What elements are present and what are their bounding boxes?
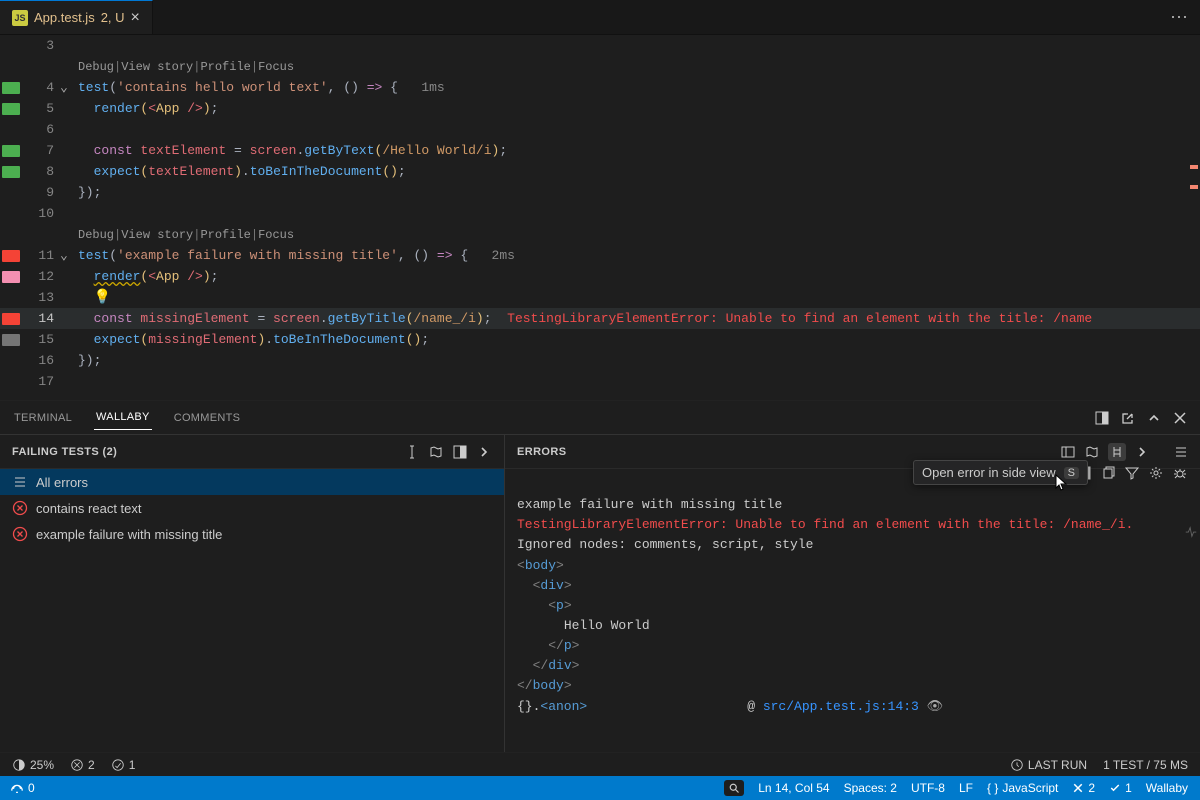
list-icon	[12, 474, 28, 490]
chevron-up-icon[interactable]	[1146, 410, 1162, 426]
status-bar-secondary: 25% 2 1 LAST RUN 1 TEST / 75 MS	[0, 752, 1200, 776]
layout-icon[interactable]	[1094, 410, 1110, 426]
status-bar: 0 Ln 14, Col 54 Spaces: 2 UTF-8 LF { } J…	[0, 776, 1200, 800]
tab-comments[interactable]: COMMENTS	[172, 406, 243, 430]
lightbulb-icon[interactable]: 💡	[94, 290, 111, 306]
chevron-right-icon[interactable]	[476, 444, 492, 460]
error-output[interactable]: example failure with missing title Testi…	[505, 469, 1200, 752]
map-icon[interactable]	[428, 444, 444, 460]
test-row[interactable]: example failure with missing title	[0, 521, 504, 547]
copy-icon[interactable]	[1100, 465, 1116, 481]
toggle-list-icon[interactable]	[1172, 444, 1188, 460]
remote-icon[interactable]: 0	[10, 781, 35, 795]
warnings-count[interactable]: 1	[111, 758, 136, 772]
last-run[interactable]: LAST RUN	[1010, 758, 1087, 772]
error-location-link[interactable]: src/App.test.js:14:3	[763, 699, 919, 714]
wallaby-fail-count[interactable]: 2	[1072, 781, 1095, 795]
layout-icon[interactable]	[1060, 444, 1076, 460]
tab-wallaby[interactable]: WALLABY	[94, 405, 152, 430]
test-row-all-errors[interactable]: All errors	[0, 469, 504, 495]
wallaby-pass-count[interactable]: 1	[1109, 781, 1132, 795]
editor[interactable]: 3 Debug | View story | Profile | Focus 4…	[0, 35, 1200, 400]
errors-panel: ERRORS Open error in side view S	[505, 435, 1200, 752]
codelens[interactable]: Debug | View story | Profile | Focus	[0, 224, 1200, 245]
gear-icon[interactable]	[1148, 465, 1164, 481]
language-mode[interactable]: { } JavaScript	[987, 781, 1058, 795]
search-status-icon[interactable]	[724, 780, 744, 796]
test-label: All errors	[36, 475, 88, 490]
test-stats[interactable]: 1 TEST / 75 MS	[1103, 758, 1188, 772]
side-panel-icon[interactable]	[452, 444, 468, 460]
eol[interactable]: LF	[959, 781, 973, 795]
close-icon[interactable]: ×	[131, 9, 140, 27]
errors-title: ERRORS	[517, 446, 566, 458]
test-label: example failure with missing title	[36, 527, 222, 542]
fail-icon	[12, 500, 28, 516]
tooltip-text: Open error in side view	[922, 465, 1056, 480]
codelens[interactable]: Debug | View story | Profile | Focus	[0, 56, 1200, 77]
zoom-indicator[interactable]: 25%	[12, 758, 54, 772]
failing-tests-panel: FAILING TESTS (2) All errors contains re…	[0, 435, 505, 752]
map-icon[interactable]	[1084, 444, 1100, 460]
tab-bar: JS App.test.js 2, U × ⋯	[0, 0, 1200, 35]
filter-icon[interactable]	[1124, 465, 1140, 481]
test-label: contains react text	[36, 501, 142, 516]
activity-icon	[1184, 525, 1198, 539]
tab-app-test[interactable]: JS App.test.js 2, U ×	[0, 0, 153, 34]
open-external-icon[interactable]	[1120, 410, 1136, 426]
close-panel-icon[interactable]	[1172, 410, 1188, 426]
diff-icon[interactable]	[1108, 443, 1126, 461]
test-row[interactable]: contains react text	[0, 495, 504, 521]
chevron-right-icon[interactable]	[1134, 444, 1150, 460]
inline-error: TestingLibraryElementError: Unable to fi…	[507, 311, 1092, 326]
fail-icon	[12, 526, 28, 542]
mouse-cursor	[1054, 473, 1070, 493]
text-cursor-icon[interactable]	[404, 444, 420, 460]
tab-filename: App.test.js	[34, 10, 95, 25]
failing-tests-title: FAILING TESTS (2)	[12, 446, 117, 458]
panel-tab-bar: TERMINAL WALLABY COMMENTS	[0, 400, 1200, 435]
tab-terminal[interactable]: TERMINAL	[12, 406, 74, 430]
errors-count[interactable]: 2	[70, 758, 95, 772]
js-icon: JS	[12, 10, 28, 26]
wallaby-label[interactable]: Wallaby	[1146, 781, 1188, 795]
bug-icon[interactable]	[1172, 465, 1188, 481]
more-icon[interactable]: ⋯	[1170, 7, 1188, 28]
cursor-position[interactable]: Ln 14, Col 54	[758, 781, 829, 795]
eye-icon[interactable]: 👁	[927, 699, 944, 714]
indent-setting[interactable]: Spaces: 2	[844, 781, 897, 795]
encoding[interactable]: UTF-8	[911, 781, 945, 795]
tab-badge: 2, U	[101, 10, 125, 25]
